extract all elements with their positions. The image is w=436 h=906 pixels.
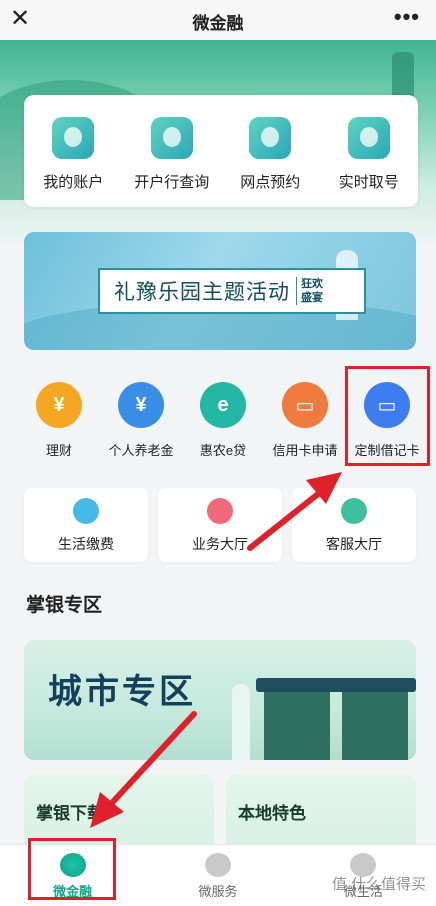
bank-search-icon: [150, 117, 193, 159]
feature-agri-loan[interactable]: e 惠农e贷: [182, 372, 264, 468]
top-bar: ✕ 微金融 •••: [0, 0, 436, 40]
service-utility-payment[interactable]: 生活缴费: [24, 488, 148, 562]
highlight-box-finance-tab: [28, 838, 116, 900]
banner-main-text: 礼豫乐园主题活动: [114, 280, 290, 304]
pension-icon: ¥: [118, 382, 164, 428]
feature-credit-card[interactable]: ▭ 信用卡申请: [264, 372, 346, 468]
banner-text-box: 礼豫乐园主题活动 狂欢盛宴: [98, 268, 366, 314]
service-label: 客服大厅: [326, 536, 382, 552]
account-icon: [52, 117, 95, 159]
card-title: 掌银下载: [36, 804, 104, 823]
quick-action-label: 网点预约: [240, 174, 301, 191]
gate-decoration: [256, 678, 338, 760]
city-zone-banner[interactable]: 城市专区: [24, 640, 416, 760]
service-label: 生活缴费: [58, 536, 114, 552]
credit-card-icon: ▭: [282, 382, 328, 428]
section-title: 掌银专区: [26, 595, 103, 616]
quick-action-queue-ticket[interactable]: 实时取号: [320, 95, 419, 207]
highlight-box-debit-card: [345, 366, 430, 466]
service-label: 业务大厅: [192, 536, 248, 552]
quick-action-bank-search[interactable]: 开户行查询: [123, 95, 222, 207]
card-title: 本地特色: [238, 804, 306, 823]
quick-action-label: 实时取号: [338, 174, 399, 191]
feature-label: 理财: [45, 443, 72, 458]
quick-action-label: 我的账户: [43, 174, 104, 191]
ticket-icon: [347, 117, 390, 159]
calendar-icon: [249, 117, 292, 159]
water-drop-icon: [73, 498, 99, 524]
feature-label: 惠农e贷: [199, 443, 247, 458]
tab-label: 微服务: [198, 884, 238, 899]
feature-label: 信用卡申请: [272, 443, 338, 458]
quick-action-branch-booking[interactable]: 网点预约: [221, 95, 320, 207]
page-title: 微金融: [192, 14, 244, 33]
tower-decoration: [232, 684, 250, 760]
more-icon[interactable]: •••: [394, 4, 420, 30]
house-icon: [207, 498, 233, 524]
promo-banner[interactable]: 礼豫乐园主题活动 狂欢盛宴: [24, 232, 416, 350]
service-agent-icon: [341, 498, 367, 524]
feature-wealth[interactable]: ¥ 理财: [18, 372, 100, 468]
quick-actions-card: 我的账户 开户行查询 网点预约 实时取号: [24, 95, 418, 207]
service-business-hall[interactable]: 业务大厅: [158, 488, 282, 562]
feature-pension[interactable]: ¥ 个人养老金: [100, 372, 182, 468]
banner-side-text: 狂欢盛宴: [296, 277, 326, 305]
service-customer-hall[interactable]: 客服大厅: [292, 488, 416, 562]
feature-label: 个人养老金: [108, 443, 174, 458]
quick-action-label: 开户行查询: [134, 174, 210, 191]
service-tab-icon: [204, 853, 231, 877]
loan-icon: e: [200, 382, 246, 428]
money-bag-icon: ¥: [36, 382, 82, 428]
watermark: 值 什么值得买: [331, 876, 426, 893]
quick-action-my-account[interactable]: 我的账户: [24, 95, 123, 207]
tab-services[interactable]: 微服务: [145, 845, 290, 906]
city-zone-text: 城市专区: [48, 672, 196, 712]
gate-decoration: [334, 678, 416, 760]
